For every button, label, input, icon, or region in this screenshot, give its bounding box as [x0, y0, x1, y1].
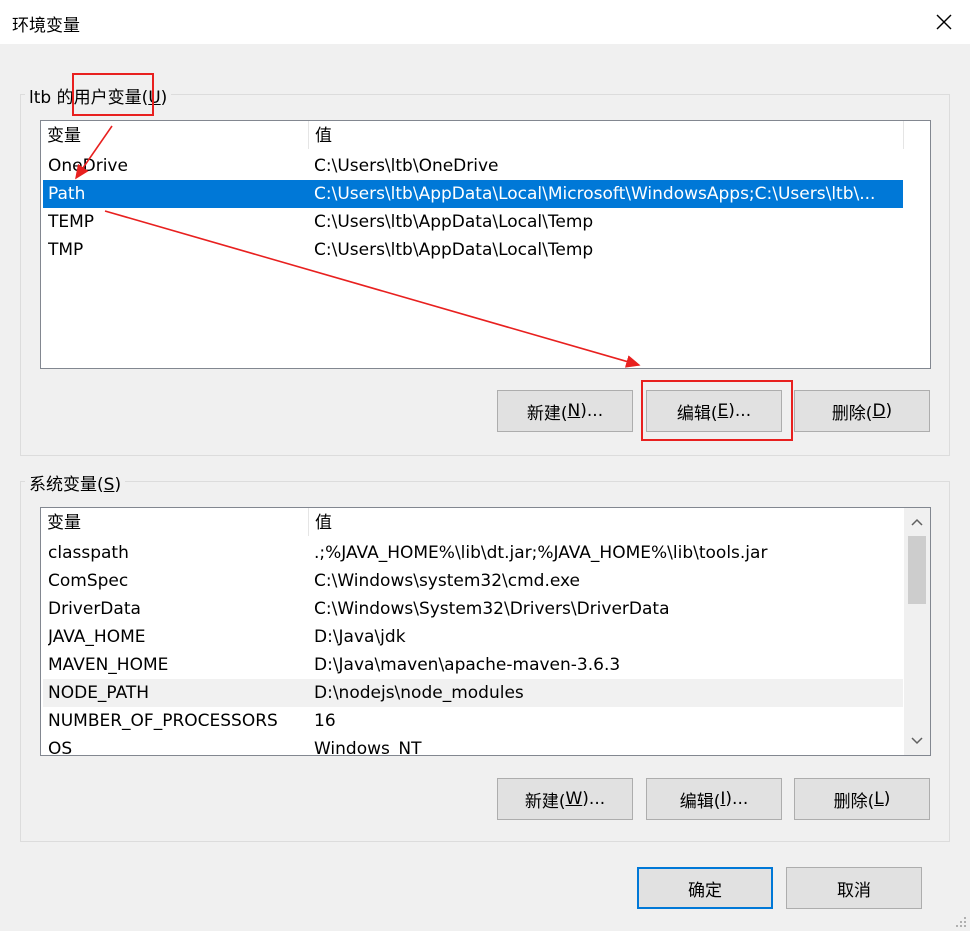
variable-value-cell: D:\nodejs\node_modules	[314, 683, 524, 703]
variable-name-cell: classpath	[48, 543, 129, 563]
chevron-down-icon	[911, 737, 923, 745]
user-edit-button[interactable]: 编辑(E)...	[646, 390, 782, 432]
system-edit-button[interactable]: 编辑(I)...	[646, 778, 782, 820]
table-row[interactable]: DriverData C:\Windows\System32\Drivers\Dr…	[43, 595, 903, 623]
variable-value-cell: Windows_NT	[314, 739, 422, 756]
chevron-up-icon	[911, 518, 923, 526]
variable-name-cell: Path	[48, 184, 86, 204]
variable-value-cell: 16	[314, 711, 336, 731]
user-vars-list[interactable]: 变量 值 OneDrive C:\Users\ltb\OneDrive Path C:…	[40, 120, 931, 369]
variable-name-cell: OS	[48, 739, 73, 756]
variable-value-cell: D:\Java\maven\apache-maven-3.6.3	[314, 655, 621, 675]
variable-value-cell: C:\Windows\System32\Drivers\DriverData	[314, 599, 670, 619]
column-header-value[interactable]: 值	[309, 121, 904, 149]
vertical-scrollbar[interactable]	[904, 508, 930, 755]
table-row[interactable]: TEMP C:\Users\ltb\AppData\Local\Temp	[43, 208, 903, 236]
variable-value-cell: .;%JAVA_HOME%\lib\dt.jar;%JAVA_HOME%\lib…	[314, 543, 768, 563]
system-new-button[interactable]: 新建(W)...	[497, 778, 633, 820]
close-button[interactable]	[922, 0, 966, 44]
variable-value-cell: C:\Users\ltb\AppData\Local\Temp	[314, 240, 594, 260]
user-new-button[interactable]: 新建(N)...	[497, 390, 633, 432]
list-header: 变量 值	[41, 121, 930, 149]
table-row[interactable]: ComSpec C:\Windows\system32\cmd.exe	[43, 567, 903, 595]
table-row[interactable]: NUMBER_OF_PROCESSORS 16	[43, 707, 903, 735]
scroll-up-button[interactable]	[904, 508, 930, 536]
system-vars-list[interactable]: 变量 值 classpath .;%JAVA_HOME%\lib\dt.jar;%…	[40, 507, 931, 756]
user-vars-label: ltb 的用户变量(U)	[25, 83, 172, 108]
column-header-variable[interactable]: 变量	[41, 508, 309, 536]
window-title: 环境变量	[12, 16, 80, 36]
scroll-down-button[interactable]	[904, 727, 930, 755]
cancel-button[interactable]: 取消	[786, 867, 922, 909]
table-row[interactable]: Path C:\Users\ltb\AppData\Local\Microsoft…	[43, 180, 903, 208]
table-row[interactable]: TMP C:\Users\ltb\AppData\Local\Temp	[43, 236, 903, 264]
resize-grip-icon[interactable]	[954, 915, 968, 929]
variable-name-cell: DriverData	[48, 599, 141, 619]
variable-value-cell: D:\Java\jdk	[314, 627, 406, 647]
variable-name-cell: NUMBER_OF_PROCESSORS	[48, 711, 278, 731]
variable-value-cell: C:\Users\ltb\AppData\Local\Microsoft\Win…	[314, 184, 876, 204]
column-header-value[interactable]: 值	[309, 508, 904, 536]
variable-name-cell: JAVA_HOME	[48, 627, 146, 647]
title-bar: 环境变量	[0, 0, 970, 44]
variable-value-cell: C:\Users\ltb\AppData\Local\Temp	[314, 212, 594, 232]
variable-name-cell: MAVEN_HOME	[48, 655, 169, 675]
variable-value-cell: C:\Windows\system32\cmd.exe	[314, 571, 581, 591]
user-delete-button[interactable]: 删除(D)	[794, 390, 930, 432]
variable-name-cell: NODE_PATH	[48, 683, 150, 703]
variable-name-cell: TMP	[48, 240, 84, 260]
table-row[interactable]: JAVA_HOME D:\Java\jdk	[43, 623, 903, 651]
scroll-thumb[interactable]	[908, 536, 926, 604]
system-vars-label: 系统变量(S)	[25, 470, 126, 495]
list-header: 变量 值	[41, 508, 904, 536]
variable-value-cell: C:\Users\ltb\OneDrive	[314, 156, 499, 176]
table-row[interactable]: NODE_PATH D:\nodejs\node_modules	[43, 679, 903, 707]
table-row[interactable]: MAVEN_HOME D:\Java\maven\apache-maven-3.6…	[43, 651, 903, 679]
system-delete-button[interactable]: 删除(L)	[794, 778, 930, 820]
ok-button[interactable]: 确定	[637, 867, 773, 909]
table-row[interactable]: classpath .;%JAVA_HOME%\lib\dt.jar;%JAVA_…	[43, 539, 903, 567]
column-header-variable[interactable]: 变量	[41, 121, 309, 149]
close-icon	[936, 14, 952, 30]
table-row[interactable]: OS Windows_NT	[43, 735, 903, 756]
table-row[interactable]: OneDrive C:\Users\ltb\OneDrive	[43, 152, 903, 180]
variable-name-cell: ComSpec	[48, 571, 129, 591]
variable-name-cell: TEMP	[48, 212, 95, 232]
variable-name-cell: OneDrive	[48, 156, 128, 176]
